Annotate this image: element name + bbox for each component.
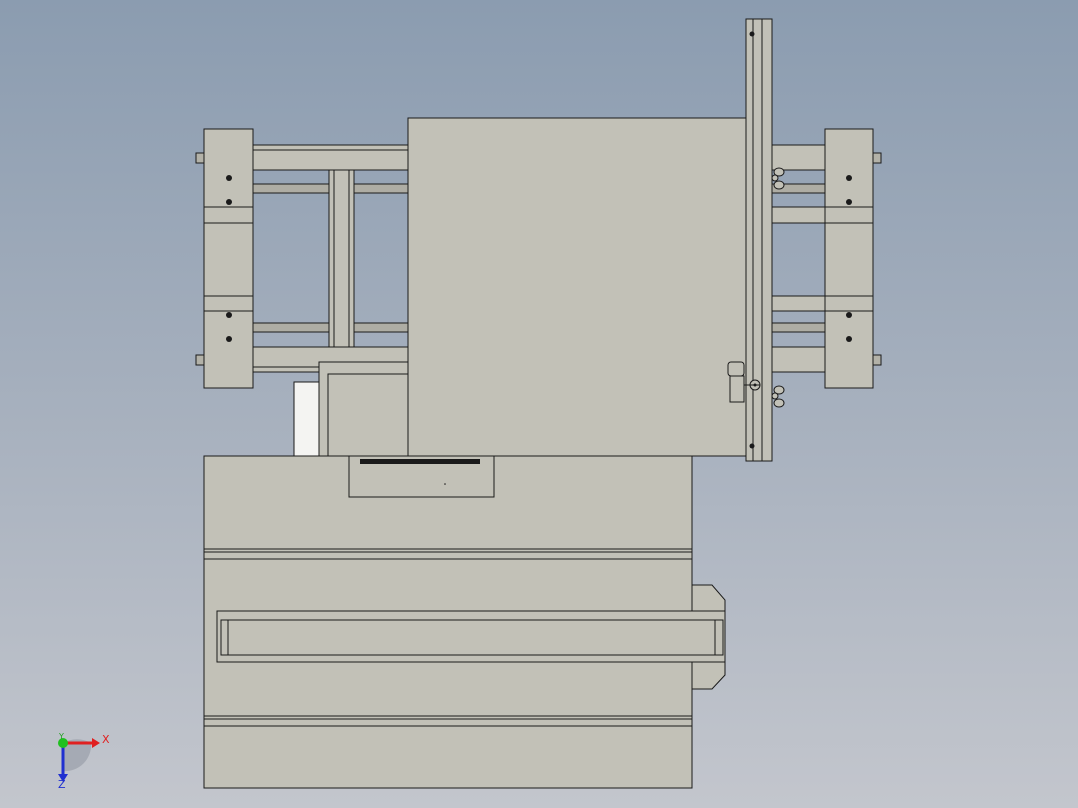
- vertical-rail[interactable]: [745, 18, 773, 462]
- horizontal-handle[interactable]: [216, 610, 726, 663]
- z-axis-label: Z: [58, 778, 66, 791]
- left-clamp-block[interactable]: [195, 128, 254, 389]
- x-axis-label: X: [102, 733, 110, 746]
- lower-left-panels[interactable]: [293, 361, 409, 457]
- graphics-viewport[interactable]: .p { fill: #c2c1b7; stroke: #1a1a1a; str…: [0, 0, 1078, 808]
- right-frame[interactable]: [771, 144, 826, 373]
- wing-nut-lower[interactable]: [771, 385, 785, 408]
- right-clamp-block[interactable]: [824, 128, 882, 389]
- wing-nut-upper[interactable]: [771, 167, 785, 190]
- left-frame[interactable]: [252, 144, 409, 373]
- cad-model[interactable]: .p { fill: #c2c1b7; stroke: #1a1a1a; str…: [0, 0, 1078, 808]
- y-axis-label: Y: [59, 732, 64, 741]
- main-cover-plate[interactable]: [407, 117, 749, 457]
